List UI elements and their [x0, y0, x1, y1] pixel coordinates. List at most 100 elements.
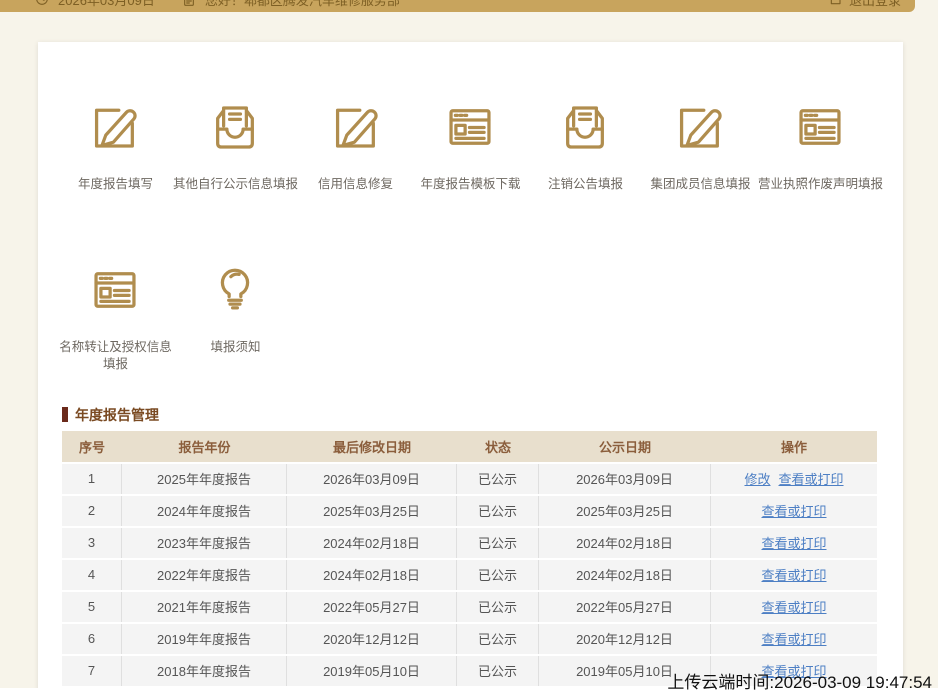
cell-no: 6: [62, 624, 122, 654]
menu-item-label: 信用信息修复: [318, 176, 393, 193]
logout-label: 退出登录: [849, 0, 901, 9]
edit-square-icon: [673, 100, 727, 154]
menu-item[interactable]: 信用信息修复: [298, 100, 413, 193]
table-body: 12025年年度报告2026年03月09日已公示2026年03月09日修改查看或…: [62, 464, 877, 686]
cell-year: 2021年年度报告: [122, 592, 287, 622]
cell-modified: 2019年05月10日: [287, 656, 457, 686]
table-header-row: 序号报告年份最后修改日期状态公示日期操作: [62, 431, 877, 462]
menu-item[interactable]: 名称转让及授权信息填报: [58, 263, 173, 373]
table-row: 22024年年度报告2025年03月25日已公示2025年03月25日查看或打印: [62, 496, 877, 526]
menu-item-label: 其他自行公示信息填报: [173, 176, 298, 193]
cell-actions: 查看或打印: [711, 528, 877, 558]
view-or-print-link[interactable]: 查看或打印: [761, 597, 826, 616]
cell-status: 已公示: [457, 560, 539, 590]
edit-link[interactable]: 修改: [744, 469, 770, 488]
browser-window-icon: [793, 100, 847, 154]
cell-published: 2020年12月12日: [539, 624, 711, 654]
menu-item-label: 营业执照作废声明填报: [758, 176, 883, 193]
menu-item-label: 注销公告填报: [548, 176, 623, 193]
cell-modified: 2025年03月25日: [287, 496, 457, 526]
view-or-print-link[interactable]: 查看或打印: [779, 469, 844, 488]
table-row: 12025年年度报告2026年03月09日已公示2026年03月09日修改查看或…: [62, 464, 877, 494]
menu-item-label: 集团成员信息填报: [650, 176, 750, 193]
cell-no: 3: [62, 528, 122, 558]
view-or-print-link[interactable]: 查看或打印: [761, 533, 826, 552]
cell-no: 2: [62, 496, 122, 526]
menu-item[interactable]: 其他自行公示信息填报: [173, 100, 298, 193]
cell-status: 已公示: [457, 592, 539, 622]
cell-year: 2022年年度报告: [122, 560, 287, 590]
menu-item[interactable]: 填报须知: [173, 263, 298, 373]
view-or-print-link[interactable]: 查看或打印: [761, 565, 826, 584]
topbar: 2026年03月09日 您好！郫都区腾发汽车维修服务部 退出登录: [0, 0, 915, 12]
section-title: 年度报告管理: [75, 405, 159, 425]
menu-item-label: 填报须知: [210, 339, 260, 356]
logout-button[interactable]: 退出登录: [828, 0, 901, 9]
column-header: 序号: [62, 431, 122, 462]
cell-year: 2019年年度报告: [122, 624, 287, 654]
section-marker-icon: [62, 407, 68, 422]
cell-year: 2025年年度报告: [122, 464, 287, 494]
cell-year: 2023年年度报告: [122, 528, 287, 558]
menu-item[interactable]: 集团成员信息填报: [643, 100, 758, 193]
clock-icon: [34, 0, 50, 7]
lightbulb-icon: [208, 263, 262, 317]
cell-no: 7: [62, 656, 122, 686]
section-header: 年度报告管理: [62, 407, 903, 423]
logout-icon: [828, 0, 844, 7]
cell-year: 2018年年度报告: [122, 656, 287, 686]
menu-item[interactable]: 年度报告模板下载: [413, 100, 528, 193]
cell-actions: 查看或打印: [711, 496, 877, 526]
menu-item-label: 年度报告模板下载: [420, 176, 520, 193]
upload-time: 上传云端时间:2026-03-09 19:47:54: [667, 668, 932, 693]
menu-item[interactable]: 营业执照作废声明填报: [758, 100, 883, 193]
cell-published: 2022年05月27日: [539, 592, 711, 622]
cell-status: 已公示: [457, 496, 539, 526]
cell-published: 2024年02月18日: [539, 560, 711, 590]
edit-square-icon: [329, 100, 383, 154]
cell-published: 2024年02月18日: [539, 528, 711, 558]
inbox-document-icon: [558, 100, 612, 154]
table-row: 32023年年度报告2024年02月18日已公示2024年02月18日查看或打印: [62, 528, 877, 558]
topbar-date: 2026年03月09日: [58, 0, 155, 9]
cell-no: 4: [62, 560, 122, 590]
view-or-print-link[interactable]: 查看或打印: [761, 501, 826, 520]
cell-year: 2024年年度报告: [122, 496, 287, 526]
cell-no: 1: [62, 464, 122, 494]
cell-modified: 2024年02月18日: [287, 560, 457, 590]
cell-modified: 2026年03月09日: [287, 464, 457, 494]
browser-window-icon: [88, 263, 142, 317]
cell-actions: 修改查看或打印: [711, 464, 877, 494]
menu-item-label: 名称转让及授权信息填报: [58, 339, 173, 373]
cell-no: 5: [62, 592, 122, 622]
cell-modified: 2024年02月18日: [287, 528, 457, 558]
badge-icon: [181, 0, 197, 7]
cell-actions: 查看或打印: [711, 592, 877, 622]
main-card: 年度报告填写 其他自行公示信息填报 信用信息修复 年度报告模板下载 注销公告填报 集团成员…: [38, 42, 903, 698]
menu-item-label: 年度报告填写: [78, 176, 153, 193]
browser-window-icon: [443, 100, 497, 154]
menu-item[interactable]: 注销公告填报: [528, 100, 643, 193]
column-header: 操作: [711, 431, 877, 462]
table-row: 62019年年度报告2020年12月12日已公示2020年12月12日查看或打印: [62, 624, 877, 654]
column-header: 公示日期: [539, 431, 711, 462]
cell-actions: 查看或打印: [711, 624, 877, 654]
view-or-print-link[interactable]: 查看或打印: [761, 629, 826, 648]
inbox-document-icon: [208, 100, 262, 154]
icon-menu: 年度报告填写 其他自行公示信息填报 信用信息修复 年度报告模板下载 注销公告填报 集团成员…: [38, 42, 903, 373]
topbar-greeting: 您好！郫都区腾发汽车维修服务部: [205, 0, 400, 9]
column-header: 最后修改日期: [287, 431, 457, 462]
cell-modified: 2022年05月27日: [287, 592, 457, 622]
cell-modified: 2020年12月12日: [287, 624, 457, 654]
menu-item[interactable]: 年度报告填写: [58, 100, 173, 193]
table-row: 52021年年度报告2022年05月27日已公示2022年05月27日查看或打印: [62, 592, 877, 622]
cell-status: 已公示: [457, 624, 539, 654]
annual-report-table: 序号报告年份最后修改日期状态公示日期操作 12025年年度报告2026年03月0…: [62, 431, 877, 686]
cell-published: 2026年03月09日: [539, 464, 711, 494]
cell-actions: 查看或打印: [711, 560, 877, 590]
edit-square-icon: [88, 100, 142, 154]
column-header: 报告年份: [122, 431, 287, 462]
column-header: 状态: [457, 431, 539, 462]
cell-published: 2025年03月25日: [539, 496, 711, 526]
cell-status: 已公示: [457, 656, 539, 686]
